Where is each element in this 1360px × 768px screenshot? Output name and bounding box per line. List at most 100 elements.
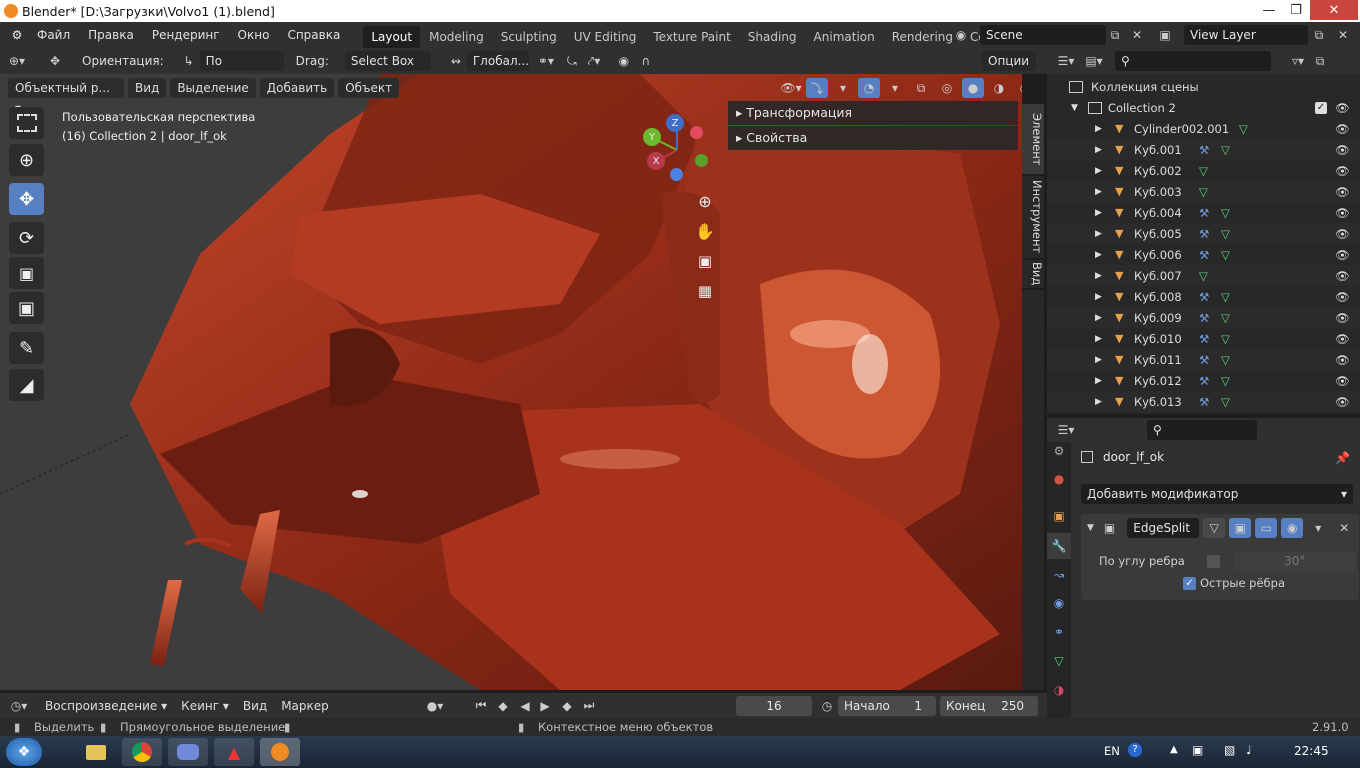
start-button[interactable]: ❖ <box>6 738 42 766</box>
outliner-object-row[interactable]: ▶ ▼ Куб.001 ⚒ ▽ 👁 <box>1047 139 1360 160</box>
wrench-icon[interactable]: ⚒ <box>1199 395 1209 409</box>
zoom-icon[interactable]: ⊕ <box>694 190 716 212</box>
gizmo-z-axis[interactable]: Z <box>666 114 684 132</box>
gizmo-x-axis[interactable]: X <box>647 152 665 170</box>
next-keyframe-icon[interactable]: ◆ <box>556 696 578 716</box>
wrench-icon[interactable]: ⚒ <box>1199 332 1209 346</box>
new-collection-icon[interactable]: ⧉ <box>1309 51 1331 71</box>
snap-type-icon[interactable]: ⤤▾ <box>583 51 605 71</box>
pivot-icon[interactable]: ⚭▾ <box>535 51 557 71</box>
expand-icon[interactable]: ▶ <box>1095 313 1102 323</box>
expand-icon[interactable]: ▶ <box>1095 124 1102 134</box>
expand-icon[interactable]: ▼ <box>1071 103 1078 113</box>
wrench-icon[interactable]: ⚒ <box>1199 290 1209 304</box>
remove-modifier-icon[interactable]: ✕ <box>1333 518 1355 538</box>
tray-app-icon[interactable]: ▣ <box>1192 743 1203 757</box>
expand-icon[interactable]: ▶ <box>1095 229 1102 239</box>
collapse-icon[interactable]: ▼ <box>1087 523 1094 533</box>
expand-icon[interactable]: ▶ <box>1095 250 1102 260</box>
scene-field[interactable]: Scene <box>980 25 1106 45</box>
cage-toggle-icon[interactable]: ▣ <box>1229 518 1252 538</box>
wrench-icon[interactable]: ⚒ <box>1199 353 1209 367</box>
overlays-icon[interactable]: ◔ <box>858 78 880 98</box>
filter-icon[interactable]: ▿▾ <box>1287 51 1309 71</box>
particles-props-tab[interactable]: ↝ <box>1047 562 1071 588</box>
transform-panel-header[interactable]: ▸ Трансформация <box>728 101 1018 125</box>
wrench-icon[interactable]: ⚒ <box>1199 206 1209 220</box>
visibility-icon[interactable]: 👁 <box>1335 332 1350 346</box>
modifier-name-field[interactable]: EdgeSplit <box>1127 518 1200 538</box>
minimize-button[interactable]: — <box>1256 0 1282 20</box>
expand-icon[interactable]: ▶ <box>1095 355 1102 365</box>
playback-menu[interactable]: Воспроизведение ▾ <box>38 696 174 716</box>
options-dropdown[interactable]: Опции <box>982 51 1036 71</box>
tab-modeling[interactable]: Modeling <box>421 26 492 48</box>
gizmo-neg-y[interactable] <box>695 154 708 167</box>
visibility-icon[interactable]: 👁 <box>1335 164 1350 178</box>
display-mode-icon[interactable]: ▤▾ <box>1083 51 1105 71</box>
network-icon[interactable]: ▧ <box>1224 743 1235 757</box>
tab-sculpting[interactable]: Sculpting <box>493 26 565 48</box>
outliner-object-row[interactable]: ▶ ▼ Куб.012 ⚒ ▽ 👁 <box>1047 370 1360 391</box>
visibility-icon[interactable]: 👁 <box>1335 122 1350 136</box>
falloff-icon[interactable]: ∩ <box>635 51 657 71</box>
new-scene-icon[interactable]: ⧉ <box>1104 25 1126 45</box>
constraints-props-tab[interactable]: ⚭ <box>1047 619 1071 645</box>
ortho-grid-icon[interactable]: ▦ <box>694 280 716 302</box>
clock[interactable]: 22:45 <box>1294 744 1329 758</box>
gizmo-toggle-icon[interactable]: ⤵ <box>806 78 828 98</box>
wrench-icon[interactable]: ⚒ <box>1199 143 1209 157</box>
transform-orientation-dropdown[interactable]: Глобал... <box>466 51 529 71</box>
cursor-tool[interactable]: ⊕ <box>9 144 44 176</box>
annotate-tool[interactable]: ✎ <box>9 332 44 364</box>
remove-scene-icon[interactable]: ✕ <box>1126 25 1148 45</box>
volume-icon[interactable]: ♩ <box>1246 743 1252 757</box>
move-tool-icon[interactable]: ✥ <box>44 51 66 71</box>
outliner-object-row[interactable]: ▶ ▼ Куб.005 ⚒ ▽ 👁 <box>1047 223 1360 244</box>
properties-editor-icon[interactable]: ☰▾ <box>1055 420 1077 440</box>
blender-menu-icon[interactable]: ⚙ <box>6 25 28 45</box>
mesh-data-icon[interactable]: ▽ <box>1221 143 1230 157</box>
visibility-icon[interactable]: 👁 <box>1335 248 1350 262</box>
pin-icon[interactable]: 📌 <box>1335 451 1350 465</box>
collection-checkbox[interactable]: ✓ <box>1315 101 1327 114</box>
wrench-icon[interactable]: ⚒ <box>1199 374 1209 388</box>
outliner-object-row[interactable]: ▶ ▼ Куб.008 ⚒ ▽ 👁 <box>1047 286 1360 307</box>
jump-start-icon[interactable]: ⏮ <box>470 696 492 716</box>
outliner-object-row[interactable]: ▶ ▼ Куб.010 ⚒ ▽ 👁 <box>1047 328 1360 349</box>
rotate-tool[interactable]: ⟳ <box>9 222 44 254</box>
viewport-menu-select[interactable]: Выделение <box>170 78 256 98</box>
solid-shading-icon[interactable]: ● <box>962 78 984 98</box>
expand-icon[interactable]: ▶ <box>1095 397 1102 407</box>
menu-edit[interactable]: Правка <box>79 22 143 48</box>
collection-visibility-icon[interactable]: 👁 <box>1335 101 1350 115</box>
outliner-object-row[interactable]: ▶ ▼ Куб.011 ⚒ ▽ 👁 <box>1047 349 1360 370</box>
modifier-props-tab[interactable]: 🔧 <box>1047 533 1071 559</box>
tray-expand-icon[interactable]: ▲ <box>1170 744 1178 755</box>
menu-window[interactable]: Окно <box>229 22 279 48</box>
viewport-menu-object[interactable]: Объект <box>338 78 400 98</box>
outliner-object-row[interactable]: ▶ ▼ Куб.007 ▽ 👁 <box>1047 265 1360 286</box>
end-frame-field[interactable]: Конец 250 <box>940 695 1038 716</box>
tab-uv-editing[interactable]: UV Editing <box>566 26 645 48</box>
move-tool[interactable]: ✥ <box>9 183 44 215</box>
menu-render[interactable]: Рендеринг <box>143 22 229 48</box>
world-props-tab[interactable]: ● <box>1047 466 1071 492</box>
mesh-data-icon[interactable]: ▽ <box>1221 332 1230 346</box>
camera-view-icon[interactable]: ▣ <box>694 250 716 272</box>
outliner-object-row[interactable]: ▶ ▼ Куб.006 ⚒ ▽ 👁 <box>1047 244 1360 265</box>
select-tool[interactable] <box>9 107 44 139</box>
overlays-dropdown-icon[interactable]: ▾ <box>884 78 906 98</box>
pan-hand-icon[interactable]: ✋ <box>694 220 716 242</box>
tab-view[interactable]: Вид <box>1022 260 1044 288</box>
maximize-button[interactable]: ❐ <box>1283 0 1309 20</box>
viewport-toggle-icon[interactable]: ▭ <box>1255 518 1278 538</box>
gizmo-neg-z[interactable] <box>670 168 683 181</box>
mesh-data-icon[interactable]: ▽ <box>1221 311 1230 325</box>
visibility-icon[interactable]: 👁 <box>1335 185 1350 199</box>
mesh-data-icon[interactable]: ▽ <box>1199 164 1208 178</box>
menu-help[interactable]: Справка <box>278 22 349 48</box>
timeline-editor-icon[interactable]: ◷▾ <box>8 696 30 716</box>
editmode-toggle-icon[interactable]: ▽ <box>1203 518 1226 538</box>
prev-keyframe-icon[interactable]: ◆ <box>492 696 514 716</box>
